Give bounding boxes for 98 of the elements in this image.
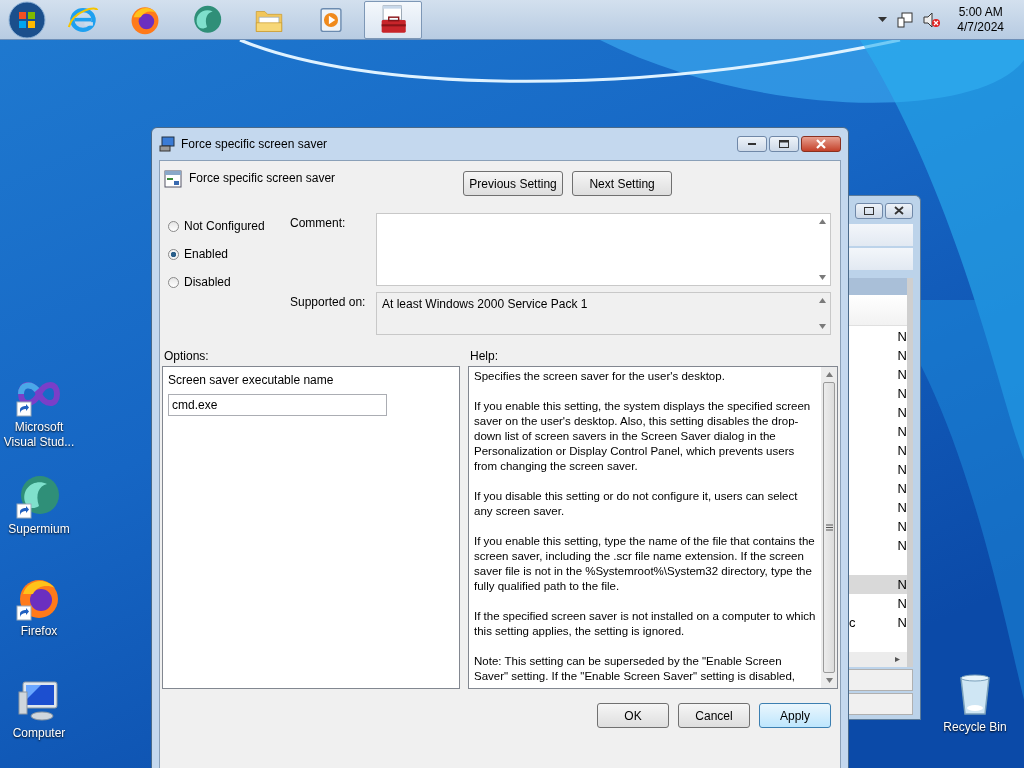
toolbar	[848, 247, 913, 270]
scroll-down-arrow-icon[interactable]	[819, 324, 826, 329]
setting-state: N	[897, 499, 907, 515]
maximize-icon	[864, 206, 874, 215]
desktop-icon-label[interactable]: Supermium	[0, 522, 78, 537]
grip-icon	[825, 524, 833, 531]
setting-state: N	[897, 518, 907, 534]
help-paragraph: Note: This setting can be superseded by the "Enable Screen Saver" setting. If the "Enable Screen Saver" setting is disabled,	[474, 654, 796, 684]
scroll-right-arrow-icon[interactable]	[894, 657, 901, 663]
horizontal-scrollbar[interactable]	[848, 652, 907, 668]
clock-time[interactable]: 5:00 AM	[958, 4, 1003, 20]
policy-icon	[164, 170, 182, 188]
vertical-scrollbar[interactable]	[821, 367, 837, 688]
list-row[interactable]: N	[848, 345, 907, 365]
scroll-down-arrow-icon[interactable]	[819, 275, 826, 280]
list-row[interactable]: N	[848, 383, 907, 403]
list-row[interactable]: N	[848, 440, 907, 460]
comment-label: Comment:	[290, 215, 347, 232]
setting-state: N	[897, 347, 907, 363]
clock-date[interactable]: 4/7/2024	[957, 19, 1004, 35]
list-row[interactable]: N	[848, 516, 907, 536]
desktop-icon-label[interactable]: Firefox	[0, 624, 78, 639]
setting-state: N	[897, 442, 907, 458]
executable-name-field[interactable]: cmd.exe	[168, 394, 387, 416]
dialog-button[interactable]: Apply	[759, 703, 831, 728]
radio-option[interactable]: Enabled	[168, 246, 290, 262]
window-title: Force specific screen saver	[181, 137, 328, 151]
setting-state: N	[897, 480, 907, 496]
comment-field[interactable]	[376, 213, 831, 286]
dialog-button[interactable]: OK	[597, 703, 669, 728]
scroll-up-arrow-icon[interactable]	[819, 298, 826, 303]
setting-state: N	[897, 537, 907, 553]
setting-nav-button[interactable]: Previous Setting	[463, 171, 564, 196]
maximize-icon	[779, 140, 789, 148]
scrollbar-thumb[interactable]	[823, 382, 835, 673]
list-row[interactable]: N	[848, 326, 907, 346]
close-icon	[815, 139, 827, 149]
setting-state: N	[897, 461, 907, 477]
list-row[interactable]: N	[848, 478, 907, 498]
radio-button[interactable]	[168, 276, 179, 288]
dialog-button[interactable]: Cancel	[678, 703, 750, 728]
minimize-icon	[747, 142, 757, 146]
list-row[interactable]: N	[848, 574, 907, 594]
scroll-down-arrow-icon[interactable]	[825, 678, 833, 683]
list-row[interactable]: N	[848, 402, 907, 422]
scroll-up-arrow-icon[interactable]	[819, 219, 826, 224]
setting-state: N	[897, 366, 907, 382]
setting-state: N	[897, 576, 907, 592]
list-row[interactable]: N	[848, 593, 907, 613]
menu-bar	[848, 223, 913, 246]
list-row[interactable]: N	[848, 535, 907, 555]
list-row[interactable]: N	[848, 364, 907, 384]
radio-button[interactable]	[168, 220, 179, 232]
start-orb-icon[interactable]	[8, 0, 46, 39]
close-button[interactable]	[801, 136, 841, 152]
caret-icon[interactable]	[878, 17, 888, 22]
options-label: Options:	[164, 349, 210, 363]
radio-option[interactable]: Disabled	[168, 274, 290, 290]
setting-state: N	[897, 614, 907, 630]
help-paragraph: Specifies the screen saver for the user's desktop.	[474, 369, 726, 384]
scroll-up-arrow-icon[interactable]	[825, 372, 833, 377]
setting-nav-button[interactable]: Next Setting	[572, 171, 673, 196]
status-bar	[848, 669, 913, 692]
help-paragraph: If the specified screen saver is not installed on a computer to which this setting applies, the setting is ignored.	[474, 609, 817, 639]
network-icon[interactable]	[897, 11, 914, 28]
supported-on-label: Supported on:	[290, 294, 367, 311]
setting-state: N	[897, 595, 907, 611]
setting-state: N	[897, 385, 907, 401]
computer-window-icon	[159, 136, 175, 152]
radio-option[interactable]: Not Configured	[168, 218, 290, 234]
desktop-icon-label[interactable]: Recycle Bin	[936, 720, 1014, 735]
maximize-button[interactable]	[855, 202, 883, 219]
status-bar	[848, 693, 913, 715]
muted-speaker-icon[interactable]	[923, 11, 942, 28]
supported-on-text: At least Windows 2000 Service Pack 1	[381, 296, 589, 313]
taskbar-button[interactable]	[364, 0, 422, 39]
close-button[interactable]	[885, 202, 913, 219]
help-paragraph: If you disable this setting or do not configure it, users can select any screen saver.	[474, 489, 799, 519]
setting-state: N	[897, 328, 907, 344]
list-row[interactable]: c N	[848, 612, 907, 632]
help-label: Help:	[470, 349, 498, 363]
close-icon	[894, 206, 904, 216]
help-paragraph: If you enable this setting, the system displays the specified screen saver on the user's desktop. Also, this setting disables the drop-down list of screen savers in the Screen Saver dialog in the Personalization or Display Control Panel, which prevents users from changing the screen saver.	[474, 399, 812, 474]
minimize-button[interactable]	[737, 136, 767, 152]
setting-heading: Force specific screen saver	[189, 171, 336, 185]
list-row[interactable]: N	[848, 459, 907, 479]
maximize-button[interactable]	[769, 136, 799, 152]
desktop-icon-label[interactable]: Microsoft Visual Stud...	[0, 420, 78, 450]
setting-state: N	[897, 404, 907, 420]
help-paragraph: If you enable this setting, type the name of the file that contains the screen saver, including the .scr file name extension. If the screen saver file is not in the %Systemroot%\System32 directory, type the fully qualified path to the file.	[474, 534, 816, 594]
desktop-icon-label[interactable]: Computer	[0, 726, 78, 741]
setting-state: N	[897, 423, 907, 439]
list-row[interactable]: N	[848, 421, 907, 441]
option-label: Screen saver executable name	[168, 373, 335, 387]
radio-button[interactable]	[168, 248, 179, 260]
setting-name: c	[849, 614, 856, 630]
list-row[interactable]: N	[848, 497, 907, 517]
list-header-band	[848, 277, 907, 295]
